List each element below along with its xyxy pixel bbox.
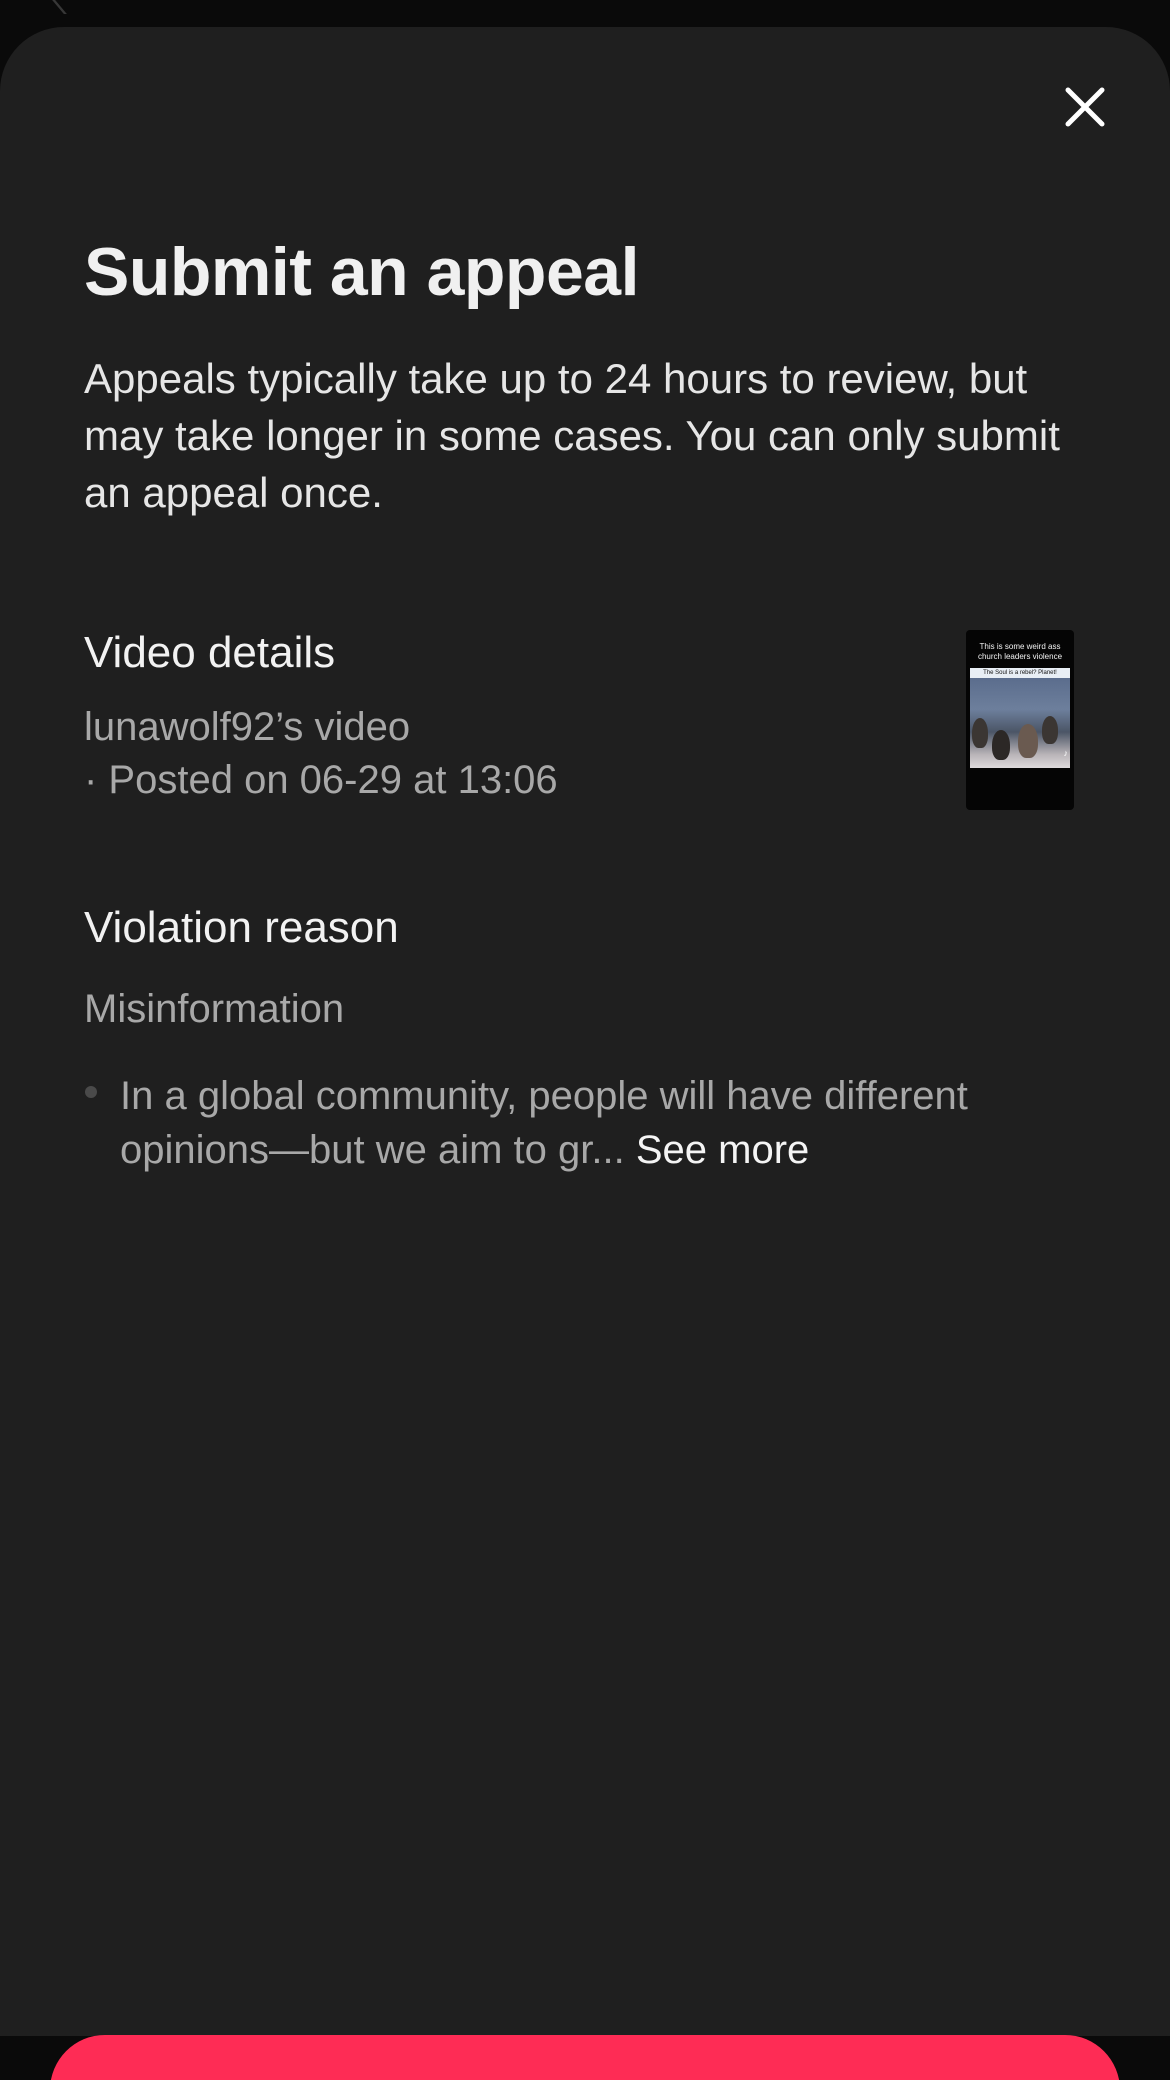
violation-reason-value: Misinformation bbox=[84, 987, 345, 1031]
video-posted-date: · Posted on 06-29 at 13:06 bbox=[84, 758, 558, 802]
thumbnail-scene bbox=[970, 678, 1070, 768]
violation-explanation-text: In a global community, people will have … bbox=[120, 1074, 968, 1172]
video-details-heading: Video details bbox=[84, 628, 336, 677]
thumbnail-caption: This is some weird ass church leaders vi… bbox=[977, 642, 1063, 661]
appeal-sheet bbox=[0, 27, 1170, 2037]
continue-button[interactable] bbox=[50, 2035, 1120, 2080]
thumbnail-banner: The Soul is a rebel? Planet! bbox=[970, 668, 1070, 678]
thumbnail-figure bbox=[972, 718, 988, 748]
app-screen: Submit an appeal Appeals typically take … bbox=[0, 0, 1170, 2080]
tiktok-logo-icon: ♪ bbox=[1063, 748, 1069, 758]
appeal-description: Appeals typically take up to 24 hours to… bbox=[84, 355, 1060, 516]
bullet-icon bbox=[85, 1086, 97, 1098]
close-icon bbox=[1065, 87, 1105, 127]
back-arrow-icon bbox=[52, 0, 95, 14]
video-owner: lunawolf92’s video bbox=[84, 705, 411, 749]
violation-explanation: In a global community, people will have … bbox=[120, 1069, 1120, 1177]
thumbnail-figure bbox=[1042, 716, 1058, 744]
video-thumbnail[interactable]: This is some weird ass church leaders vi… bbox=[966, 630, 1074, 810]
violation-reason-heading: Violation reason bbox=[84, 903, 399, 952]
close-button[interactable] bbox=[1060, 82, 1110, 132]
page-title: Submit an appeal bbox=[84, 234, 640, 310]
see-more-link[interactable]: See more bbox=[636, 1128, 809, 1172]
thumbnail-figure bbox=[1018, 724, 1038, 758]
thumbnail-figure bbox=[992, 730, 1010, 760]
